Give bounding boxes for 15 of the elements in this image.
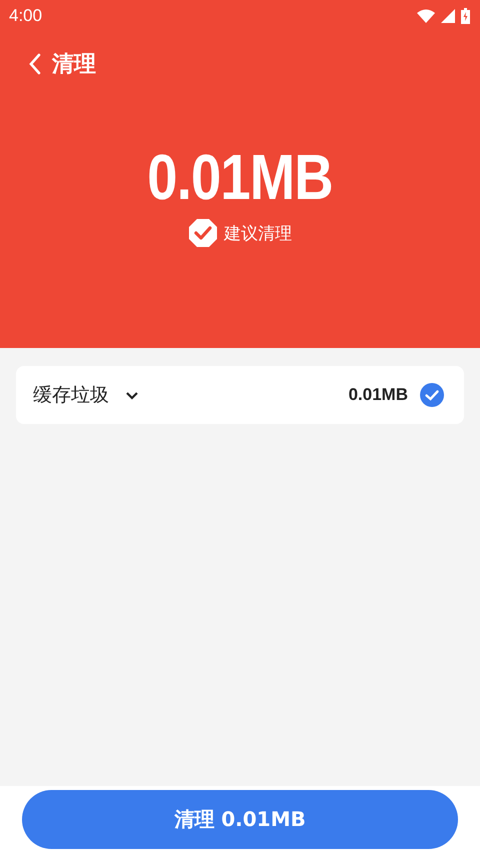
page-title: 清理 (52, 51, 96, 79)
recommendation-label: 建议清理 (224, 222, 292, 244)
back-button[interactable] (28, 53, 42, 75)
clean-button[interactable]: 清理 0.01MB (22, 790, 458, 849)
status-time: 4:00 (9, 6, 42, 26)
signal-icon (441, 9, 455, 23)
wifi-icon (417, 9, 435, 23)
checkbox-icon[interactable] (420, 383, 444, 407)
battery-icon (461, 8, 470, 24)
check-badge-icon (188, 218, 218, 248)
category-size: 0.01MB (348, 385, 408, 405)
category-row[interactable]: 缓存垃圾 0.01MB (16, 366, 464, 424)
junk-size: 0.01MB (146, 142, 334, 212)
category-name: 缓存垃圾 (33, 383, 109, 408)
chevron-icon[interactable] (125, 390, 139, 400)
